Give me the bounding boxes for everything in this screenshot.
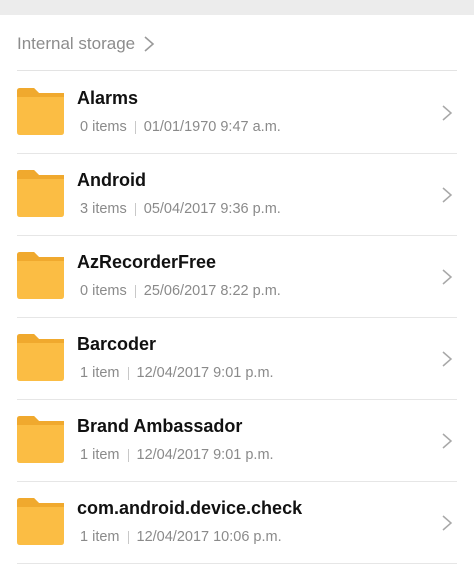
modified-date: 25/06/2017 8:22 p.m. (143, 283, 281, 299)
file-manager-screen: Internal storage Alarms 0 items 01/01/19… (0, 0, 474, 568)
modified-date: 12/04/2017 10:06 p.m. (136, 529, 282, 545)
meta-separator (127, 448, 129, 462)
chevron-right-icon (442, 351, 453, 367)
folder-name: AzRecorderFree (77, 252, 217, 272)
folder-name: Android (77, 170, 146, 190)
folder-name: Barcoder (77, 334, 157, 354)
list-item[interactable]: com.android.device.check 1 item 12/04/20… (17, 482, 457, 564)
list-item[interactable]: Brand Ambassador 1 item 12/04/2017 9:01 … (17, 400, 457, 482)
item-count: 1 item (80, 529, 120, 545)
chevron-right-icon (442, 515, 453, 531)
meta-separator (134, 202, 136, 216)
list-item[interactable]: Barcoder 1 item 12/04/2017 9:01 p.m. (17, 318, 457, 400)
folder-meta: 1 item 12/04/2017 10:06 p.m. (80, 529, 282, 545)
folder-icon (17, 416, 64, 463)
item-count: 0 items (80, 119, 127, 135)
breadcrumb-label[interactable]: Internal storage (17, 34, 135, 54)
list-item[interactable]: AzRecorderFree 0 items 25/06/2017 8:22 p… (17, 236, 457, 318)
meta-separator (127, 530, 129, 544)
meta-separator (127, 366, 129, 380)
folder-icon (17, 170, 64, 217)
folder-name: Brand Ambassador (77, 416, 243, 436)
file-list: Alarms 0 items 01/01/1970 9:47 a.m. Andr… (0, 72, 474, 564)
modified-date: 12/04/2017 9:01 p.m. (136, 447, 274, 463)
chevron-right-icon (144, 36, 155, 52)
item-count: 1 item (80, 447, 120, 463)
meta-separator (134, 284, 136, 298)
list-item[interactable]: Android 3 items 05/04/2017 9:36 p.m. (17, 154, 457, 236)
folder-meta: 3 items 05/04/2017 9:36 p.m. (80, 201, 281, 217)
chevron-right-icon (442, 105, 453, 121)
modified-date: 12/04/2017 9:01 p.m. (136, 365, 274, 381)
chevron-right-icon (442, 433, 453, 449)
folder-name: com.android.device.check (77, 498, 303, 518)
modified-date: 01/01/1970 9:47 a.m. (143, 119, 281, 135)
folder-icon (17, 252, 64, 299)
breadcrumb[interactable]: Internal storage (17, 30, 156, 58)
list-item[interactable]: Alarms 0 items 01/01/1970 9:47 a.m. (17, 72, 457, 154)
item-count: 0 items (80, 283, 127, 299)
folder-icon (17, 88, 64, 135)
folder-meta: 0 items 25/06/2017 8:22 p.m. (80, 283, 281, 299)
modified-date: 05/04/2017 9:36 p.m. (143, 201, 281, 217)
chevron-right-icon (442, 269, 453, 285)
folder-icon (17, 334, 64, 381)
folder-meta: 0 items 01/01/1970 9:47 a.m. (80, 119, 281, 135)
folder-meta: 1 item 12/04/2017 9:01 p.m. (80, 365, 274, 381)
meta-separator (134, 120, 136, 134)
breadcrumb-divider (17, 70, 457, 71)
item-count: 3 items (80, 201, 127, 217)
item-count: 1 item (80, 365, 120, 381)
folder-name: Alarms (77, 88, 139, 108)
chevron-right-icon (442, 187, 453, 203)
folder-icon (17, 498, 64, 545)
status-bar-strip (0, 0, 474, 15)
folder-meta: 1 item 12/04/2017 9:01 p.m. (80, 447, 274, 463)
